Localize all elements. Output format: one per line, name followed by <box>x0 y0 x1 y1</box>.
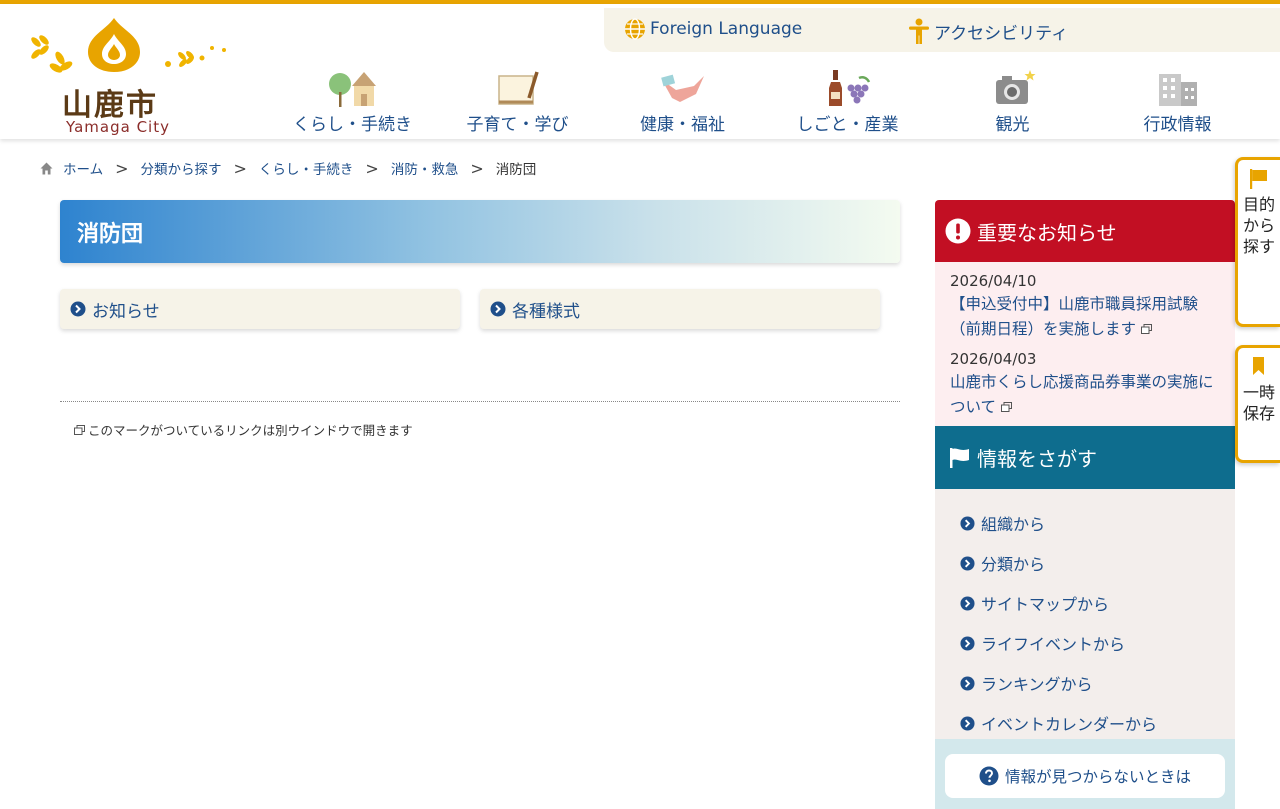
globe-icon <box>625 18 645 40</box>
find-item-label: イベントカレンダーから <box>981 715 1158 734</box>
accessibility-person-icon <box>909 18 929 44</box>
search-by-purpose-label: 目的から探す <box>1242 195 1275 256</box>
external-window-icon <box>1140 324 1152 334</box>
logo-romaji-text: Yamaga City <box>66 118 170 136</box>
bookmark-icon <box>1253 357 1264 375</box>
news-link[interactable]: 【申込受付中】山鹿市職員採用試験（前期日程）を実施します <box>950 292 1220 342</box>
breadcrumb-link-living[interactable]: くらし・手続き <box>259 158 354 178</box>
category-link-label: 各種様式 <box>512 301 580 322</box>
gnav-item-work[interactable]: しごと・産業 <box>765 64 930 139</box>
breadcrumb: ホーム > 分類から探す > くらし・手続き > 消防・救急 > 消防団 <box>40 158 536 178</box>
find-info-list: 組織から 分類から サイトマップから ライフイベントから ランキングから イベン… <box>935 489 1235 739</box>
gnav-item-childcare[interactable]: 子育て・学び <box>435 64 600 139</box>
find-item-label: 分類から <box>981 555 1046 574</box>
external-window-icon <box>74 424 85 435</box>
find-item-label: 組織から <box>981 515 1046 534</box>
find-by-sitemap-link[interactable]: サイトマップから <box>935 583 1235 623</box>
gnav-label: 観光 <box>995 115 1030 135</box>
breadcrumb-link-fire-emergency[interactable]: 消防・救急 <box>391 158 459 178</box>
category-link-forms[interactable]: 各種様式 <box>480 289 880 329</box>
page-title-banner: 消防団 <box>60 200 900 263</box>
find-by-organization-link[interactable]: 組織から <box>935 503 1235 543</box>
find-info-header: 情報をさがす <box>935 426 1235 489</box>
gnav-item-administration[interactable]: 行政情報 <box>1095 64 1260 139</box>
breadcrumb-link-category[interactable]: 分類から探す <box>141 158 222 178</box>
breadcrumb-separator: > <box>115 158 129 178</box>
house-tree-icon <box>328 72 376 107</box>
important-notices-header: 重要なお知らせ <box>935 200 1235 262</box>
temporary-save-label: 一時保存 <box>1242 383 1275 423</box>
breadcrumb-separator: > <box>233 158 247 178</box>
gnav-label: 健康・福祉 <box>640 115 725 135</box>
faq-button[interactable]: 情報が見つからないときは <box>945 754 1225 798</box>
category-link-notices[interactable]: お知らせ <box>60 289 460 329</box>
bird-icon <box>660 74 704 102</box>
camera-icon <box>995 70 1035 104</box>
news-date: 2026/04/10 <box>950 272 1037 290</box>
flag-icon <box>1250 169 1267 189</box>
important-notices-list: 2026/04/10 【申込受付中】山鹿市職員採用試験（前期日程）を実施します … <box>935 262 1235 426</box>
gnav-label: 子育て・学び <box>466 115 569 135</box>
news-date: 2026/04/03 <box>950 350 1037 368</box>
site-logo[interactable]: 山鹿市 Yamaga City <box>26 14 236 139</box>
news-link[interactable]: 山鹿市くらし応援商品券事業の実施について <box>950 370 1220 420</box>
find-by-ranking-link[interactable]: ランキングから <box>935 663 1235 703</box>
gnav-item-tourism[interactable]: 観光 <box>930 64 1095 139</box>
category-link-label: お知らせ <box>92 301 160 322</box>
find-item-label: ランキングから <box>981 675 1093 694</box>
bottle-grapes-icon <box>828 70 870 106</box>
external-window-icon <box>1000 402 1012 412</box>
breadcrumb-current: 消防団 <box>495 162 537 178</box>
accessibility-label: アクセシビリティ <box>934 23 1069 44</box>
news-link-text: 【申込受付中】山鹿市職員採用試験（前期日程）を実施します <box>950 295 1199 338</box>
page-title: 消防団 <box>77 222 144 247</box>
foreign-language-label: Foreign Language <box>650 19 803 39</box>
faq-area: 情報が見つからないときは <box>935 739 1235 809</box>
breadcrumb-separator: > <box>365 158 379 178</box>
important-notices-title: 重要なお知らせ <box>977 220 1117 245</box>
building-icon <box>1158 74 1197 106</box>
find-item-label: ライフイベントから <box>981 635 1126 654</box>
exclamation-circle-icon <box>945 218 971 244</box>
news-link-text: 山鹿市くらし応援商品券事業の実施について <box>950 373 1214 416</box>
external-link-notice-text: このマークがついているリンクは別ウインドウで開きます <box>88 423 413 438</box>
global-navigation: くらし・手続き 子育て・学び 健康・福祉 しごと・産業 観光 行政情報 <box>270 64 1280 139</box>
breadcrumb-link-home[interactable]: ホーム <box>63 158 103 178</box>
search-by-purpose-tab[interactable]: 目的から探す <box>1235 157 1280 327</box>
chevron-circle-right-icon <box>960 595 975 611</box>
gnav-label: しごと・産業 <box>796 115 899 135</box>
accessibility-link[interactable]: アクセシビリティ <box>908 18 1068 44</box>
flag-icon <box>950 447 969 468</box>
content-divider <box>60 401 900 402</box>
find-by-category-link[interactable]: 分類から <box>935 543 1235 583</box>
chevron-circle-right-icon <box>960 635 975 651</box>
faq-button-label: 情報が見つからないときは <box>1004 768 1191 786</box>
chevron-circle-right-icon <box>960 515 975 531</box>
chevron-circle-right-icon <box>960 715 975 731</box>
breadcrumb-separator: > <box>470 158 484 178</box>
gnav-item-health[interactable]: 健康・福祉 <box>600 64 765 139</box>
chevron-circle-right-icon <box>960 675 975 691</box>
foreign-language-link[interactable]: Foreign Language <box>624 18 802 40</box>
chevron-circle-right-icon <box>70 301 86 317</box>
find-by-life-event-link[interactable]: ライフイベントから <box>935 623 1235 663</box>
chevron-circle-right-icon <box>490 301 506 317</box>
find-info-title: 情報をさがす <box>977 447 1097 471</box>
temporary-save-tab[interactable]: 一時保存 <box>1235 345 1280 463</box>
notebook-pencil-icon <box>497 71 539 105</box>
site-header: 山鹿市 Yamaga City Foreign Language アクセシビリテ… <box>0 4 1280 139</box>
gnav-label: くらし・手続き <box>293 115 412 135</box>
find-by-event-calendar-link[interactable]: イベントカレンダーから <box>935 703 1235 743</box>
find-item-label: サイトマップから <box>981 595 1110 614</box>
home-icon <box>40 162 53 174</box>
question-circle-icon <box>979 766 999 786</box>
gnav-label: 行政情報 <box>1143 115 1212 135</box>
external-link-notice: このマークがついているリンクは別ウインドウで開きます <box>74 420 413 439</box>
utility-bar: Foreign Language アクセシビリティ <box>604 8 1280 52</box>
chevron-circle-right-icon <box>960 555 975 571</box>
gnav-item-living[interactable]: くらし・手続き <box>270 64 435 139</box>
